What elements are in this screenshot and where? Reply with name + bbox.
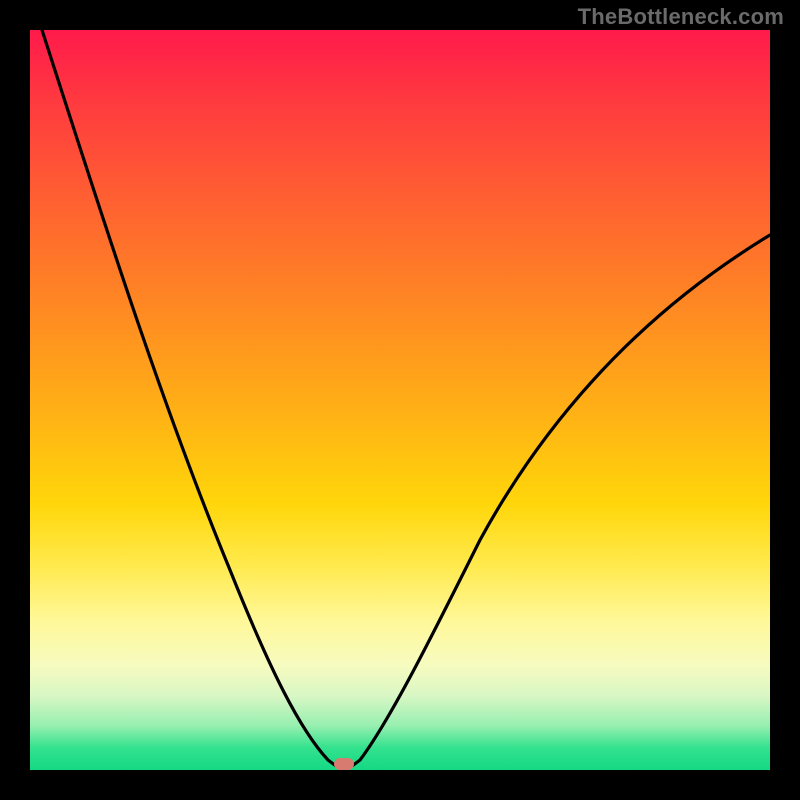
- curve-right-branch: [352, 235, 770, 766]
- curve-left-branch: [42, 30, 336, 766]
- optimal-marker: [334, 758, 354, 770]
- chart-frame: TheBottleneck.com: [0, 0, 800, 800]
- watermark-text: TheBottleneck.com: [578, 4, 784, 30]
- plot-area: [30, 30, 770, 770]
- curve-svg: [30, 30, 770, 770]
